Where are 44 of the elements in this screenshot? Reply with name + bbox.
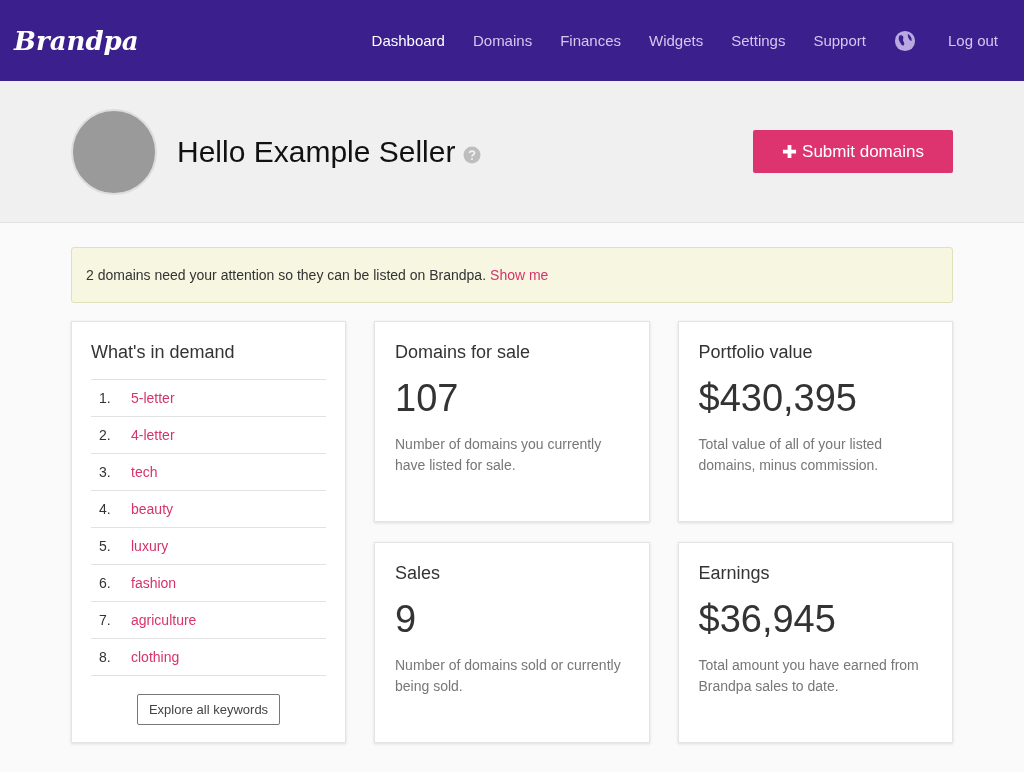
card-title: Domains for sale <box>395 342 532 363</box>
keyword-link[interactable]: luxury <box>131 538 169 554</box>
stat-value: $430,395 <box>698 377 858 420</box>
show-me-link[interactable]: Show me <box>490 267 549 283</box>
rank-number: 4. <box>98 501 112 517</box>
nav-link[interactable]: Domains <box>472 32 533 49</box>
greeting-heading: Hello Example Seller <box>177 134 456 169</box>
logo[interactable]: Brandpa <box>14 25 139 56</box>
explore-keywords-button[interactable]: Explore all keywords <box>136 694 281 725</box>
stat-description: Number of domains sold or currently being sold. <box>395 656 622 696</box>
rank-number: 1. <box>98 390 112 406</box>
stat-description: Total value of all of your listed domains, minus commission. <box>698 435 884 475</box>
card-title: What's in demand <box>91 342 236 363</box>
rank-number: 3. <box>98 464 112 480</box>
nav-link[interactable]: Settings <box>731 32 786 49</box>
rank-number: 2. <box>98 427 112 443</box>
rank-number: 6. <box>98 575 112 591</box>
card-title: Sales <box>395 563 442 584</box>
nav-link[interactable]: Support <box>813 32 866 49</box>
stat-description: Total amount you have earned from Brandpa sales to date. <box>698 656 920 696</box>
nav-link[interactable]: Finances <box>560 32 621 49</box>
nav-link[interactable]: Dashboard <box>371 32 445 49</box>
keyword-link[interactable]: 5-letter <box>131 390 175 406</box>
logout-link[interactable]: Log out <box>947 32 998 49</box>
stat-value: 9 <box>395 598 418 641</box>
keyword-link[interactable]: tech <box>131 464 158 480</box>
stat-value: $36,945 <box>698 598 837 641</box>
rank-number: 7. <box>98 612 112 628</box>
card-title: Earnings <box>698 563 771 584</box>
keyword-link[interactable]: fashion <box>131 575 177 591</box>
rank-number: 5. <box>98 538 112 554</box>
stat-description: Number of domains you currently have listed for sale. <box>395 435 603 475</box>
plus-icon <box>782 144 798 159</box>
keyword-link[interactable]: clothing <box>131 649 180 665</box>
rank-number: 8. <box>98 649 112 665</box>
keyword-link[interactable]: 4-letter <box>131 427 175 443</box>
submit-domains-button[interactable]: Submit domains <box>753 130 953 173</box>
nav-link[interactable]: Widgets <box>649 32 704 49</box>
keyword-link[interactable]: agriculture <box>131 612 197 628</box>
alert-message: 2 domains need your attention so they can be listed on Brandpa. <box>86 267 487 283</box>
card-title: Portfolio value <box>698 342 814 363</box>
keyword-link[interactable]: beauty <box>131 501 174 517</box>
globe-icon[interactable] <box>893 29 916 52</box>
stat-value: 107 <box>395 377 460 420</box>
